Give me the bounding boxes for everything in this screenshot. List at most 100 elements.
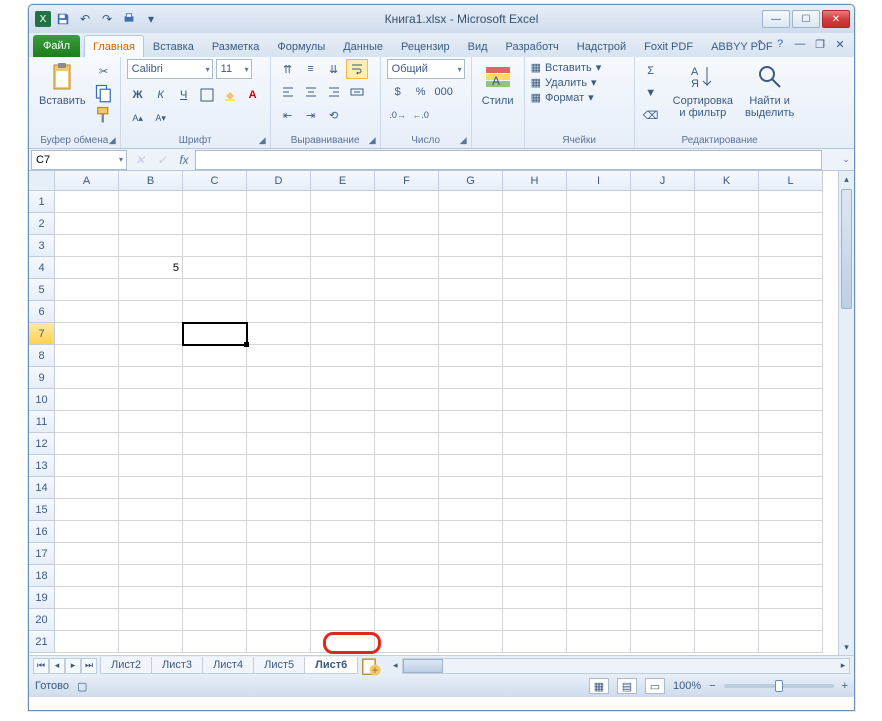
cell[interactable] — [55, 213, 119, 235]
cell[interactable] — [183, 455, 247, 477]
decrease-decimal-icon[interactable]: ←.0 — [410, 105, 432, 125]
cell[interactable] — [695, 301, 759, 323]
cell[interactable] — [439, 213, 503, 235]
mdi-restore-icon[interactable]: ❐ — [812, 36, 828, 52]
cell[interactable] — [695, 587, 759, 609]
cell[interactable] — [183, 345, 247, 367]
cell[interactable] — [247, 323, 311, 345]
cell[interactable] — [311, 411, 375, 433]
cell[interactable] — [759, 389, 823, 411]
ribbon-tab-data[interactable]: Данные — [334, 35, 392, 57]
cell[interactable] — [695, 191, 759, 213]
cell[interactable] — [695, 609, 759, 631]
row-header[interactable]: 11 — [29, 411, 55, 433]
cell[interactable] — [375, 301, 439, 323]
align-top-icon[interactable]: ⇈ — [277, 59, 299, 79]
increase-indent-icon[interactable]: ⇥ — [300, 105, 322, 125]
cell[interactable] — [247, 521, 311, 543]
mdi-close-icon[interactable]: ✕ — [832, 36, 848, 52]
zoom-in-icon[interactable]: + — [842, 680, 848, 692]
column-header[interactable]: H — [503, 171, 567, 191]
cell[interactable] — [375, 213, 439, 235]
underline-button[interactable]: Ч — [173, 85, 195, 105]
cell[interactable] — [311, 279, 375, 301]
column-header[interactable]: D — [247, 171, 311, 191]
cell[interactable] — [55, 279, 119, 301]
cell[interactable] — [55, 455, 119, 477]
cell[interactable] — [183, 565, 247, 587]
vertical-scrollbar[interactable]: ▴ ▾ — [838, 171, 854, 655]
sheet-nav-last-icon[interactable]: ⏭ — [81, 658, 97, 674]
fill-color-button[interactable] — [219, 85, 241, 105]
cell[interactable] — [439, 191, 503, 213]
copy-icon[interactable] — [94, 83, 114, 103]
zoom-out-icon[interactable]: − — [709, 680, 715, 692]
column-header[interactable]: I — [567, 171, 631, 191]
cell[interactable] — [503, 345, 567, 367]
close-button[interactable]: ✕ — [822, 10, 850, 28]
maximize-button[interactable]: ☐ — [792, 10, 820, 28]
cell[interactable] — [695, 631, 759, 653]
cell[interactable] — [311, 191, 375, 213]
cell[interactable] — [183, 631, 247, 653]
cell[interactable] — [503, 609, 567, 631]
cell[interactable] — [503, 213, 567, 235]
cell[interactable] — [439, 411, 503, 433]
zoom-level[interactable]: 100% — [673, 680, 701, 692]
cell[interactable] — [695, 235, 759, 257]
cell[interactable] — [119, 587, 183, 609]
cell[interactable] — [439, 367, 503, 389]
cell[interactable] — [183, 279, 247, 301]
paste-button[interactable]: Вставить — [35, 59, 90, 109]
print-preview-icon[interactable] — [119, 9, 139, 29]
cell[interactable] — [567, 301, 631, 323]
row-header[interactable]: 21 — [29, 631, 55, 653]
file-tab[interactable]: Файл — [33, 35, 80, 57]
row-header[interactable]: 17 — [29, 543, 55, 565]
cell[interactable] — [439, 521, 503, 543]
cell[interactable] — [183, 213, 247, 235]
row-header[interactable]: 1 — [29, 191, 55, 213]
row-header[interactable]: 7 — [29, 323, 55, 345]
ribbon-tab-home[interactable]: Главная — [84, 35, 144, 57]
cell[interactable] — [631, 191, 695, 213]
cell[interactable] — [503, 301, 567, 323]
cell[interactable] — [183, 323, 247, 345]
cell[interactable] — [183, 191, 247, 213]
cell[interactable] — [311, 323, 375, 345]
cell[interactable] — [375, 499, 439, 521]
cell[interactable] — [311, 301, 375, 323]
cell[interactable] — [631, 323, 695, 345]
cell[interactable] — [183, 389, 247, 411]
cell[interactable] — [183, 257, 247, 279]
cell[interactable] — [55, 345, 119, 367]
shrink-font-icon[interactable]: A▾ — [150, 108, 172, 128]
column-header[interactable]: J — [631, 171, 695, 191]
cell[interactable] — [631, 543, 695, 565]
cell[interactable] — [439, 455, 503, 477]
row-header[interactable]: 13 — [29, 455, 55, 477]
row-header[interactable]: 5 — [29, 279, 55, 301]
cell[interactable] — [439, 565, 503, 587]
cell[interactable] — [695, 543, 759, 565]
cell[interactable] — [375, 609, 439, 631]
mdi-minimize-icon[interactable]: — — [792, 36, 808, 52]
cell[interactable] — [247, 609, 311, 631]
cell[interactable] — [119, 499, 183, 521]
cell[interactable] — [503, 323, 567, 345]
cell[interactable] — [247, 301, 311, 323]
qat-customize-icon[interactable]: ▾ — [141, 9, 161, 29]
page-break-view-icon[interactable]: ▭ — [645, 678, 665, 694]
cell[interactable] — [759, 191, 823, 213]
cell[interactable] — [247, 191, 311, 213]
name-box[interactable]: C7 — [31, 150, 127, 170]
cell[interactable] — [567, 213, 631, 235]
row-header[interactable]: 18 — [29, 565, 55, 587]
cell[interactable] — [311, 433, 375, 455]
column-header[interactable]: C — [183, 171, 247, 191]
cell[interactable] — [119, 631, 183, 653]
row-header[interactable]: 2 — [29, 213, 55, 235]
cell[interactable] — [55, 235, 119, 257]
cell[interactable] — [247, 389, 311, 411]
column-header[interactable]: K — [695, 171, 759, 191]
